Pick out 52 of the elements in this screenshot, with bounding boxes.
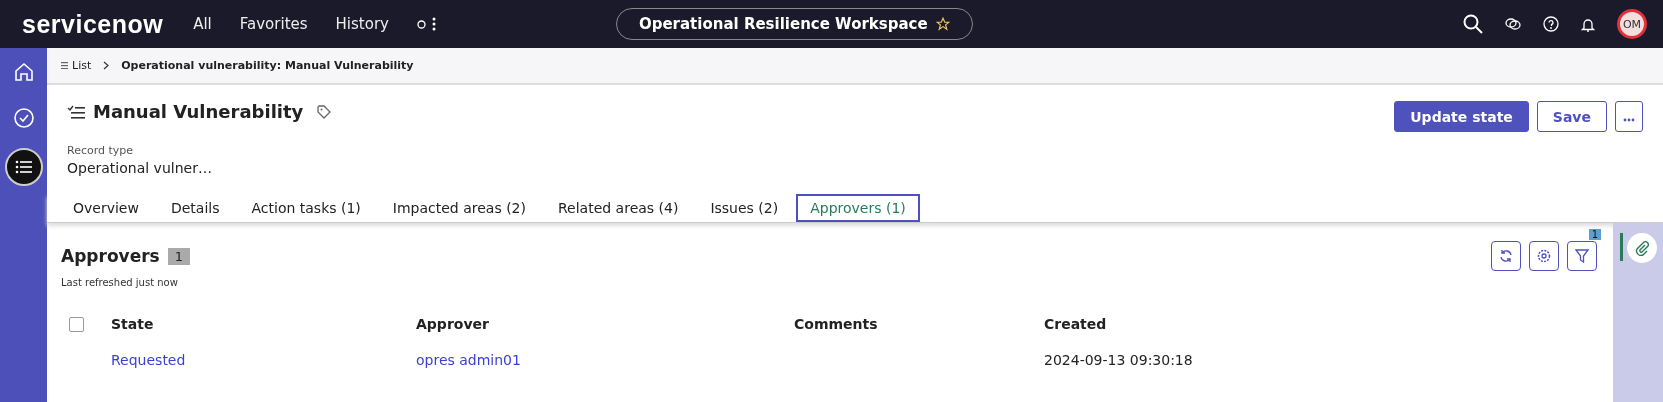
help-icon[interactable] xyxy=(1543,16,1559,32)
filter-button[interactable] xyxy=(1567,241,1597,271)
chat-icon[interactable] xyxy=(1505,17,1521,31)
select-all-checkbox[interactable] xyxy=(69,316,84,332)
count-badge: 1 xyxy=(167,247,190,265)
field-value: Operational vulner… xyxy=(67,160,213,176)
more-icon[interactable] xyxy=(431,17,436,31)
tag-icon[interactable] xyxy=(317,104,332,119)
star-icon[interactable] xyxy=(935,17,950,31)
list-icon[interactable] xyxy=(4,148,43,186)
chevron-icon xyxy=(103,61,110,70)
table-link[interactable]: opres admin01 xyxy=(416,352,521,368)
update-state-button[interactable]: Update state xyxy=(1394,101,1529,132)
settings-button[interactable] xyxy=(1529,241,1559,271)
breadcrumb-current: Operational vulnerability: Manual Vulnerability xyxy=(121,59,414,72)
filter-count-badge: 1 xyxy=(1588,229,1601,240)
nav-menu-item[interactable]: Favorites xyxy=(239,15,308,33)
table-link[interactable]: Requested xyxy=(111,352,186,368)
refresh-status: Last refreshed just now xyxy=(61,277,179,288)
tab[interactable]: Related areas (4) xyxy=(544,194,693,222)
bell-icon[interactable] xyxy=(1581,16,1595,32)
paperclip-icon[interactable] xyxy=(1626,233,1657,263)
tab[interactable]: Action tasks (1) xyxy=(237,194,375,222)
tab[interactable]: Issues (2) xyxy=(696,194,793,222)
column-header[interactable]: State xyxy=(111,316,154,332)
nav-menu-item[interactable]: All xyxy=(193,15,212,33)
circle-icon[interactable] xyxy=(416,19,426,29)
column-header[interactable]: Approver xyxy=(416,316,489,332)
search-icon[interactable] xyxy=(1463,14,1483,34)
table-cell: 2024-09-13 09:30:18 xyxy=(1044,352,1193,368)
tab[interactable]: Impacted areas (2) xyxy=(378,194,540,222)
user-avatar[interactable]: OM xyxy=(1617,9,1647,39)
list-icon xyxy=(61,62,68,69)
section-title: Approvers xyxy=(61,246,160,266)
save-button[interactable]: Save xyxy=(1536,101,1607,132)
filter-icon xyxy=(1575,249,1589,263)
nav-menu-item[interactable]: History xyxy=(335,15,389,33)
more-button[interactable] xyxy=(1615,101,1643,132)
refresh-icon xyxy=(1499,249,1513,263)
tab[interactable]: Approvers (1) xyxy=(796,194,920,222)
record-title: Manual Vulnerability xyxy=(93,101,304,122)
logo[interactable]: servicenow xyxy=(22,9,164,39)
column-header[interactable]: Created xyxy=(1044,316,1107,332)
checklist-icon xyxy=(67,104,85,119)
refresh-button[interactable] xyxy=(1491,241,1521,271)
field-label: Record type xyxy=(67,144,135,157)
tab[interactable]: Details xyxy=(156,194,234,222)
breadcrumb-link[interactable]: List xyxy=(72,59,92,72)
settings-icon xyxy=(1537,249,1551,263)
column-header[interactable]: Comments xyxy=(794,316,878,332)
tab[interactable]: Overview xyxy=(59,194,153,222)
more-icon xyxy=(1623,117,1635,122)
